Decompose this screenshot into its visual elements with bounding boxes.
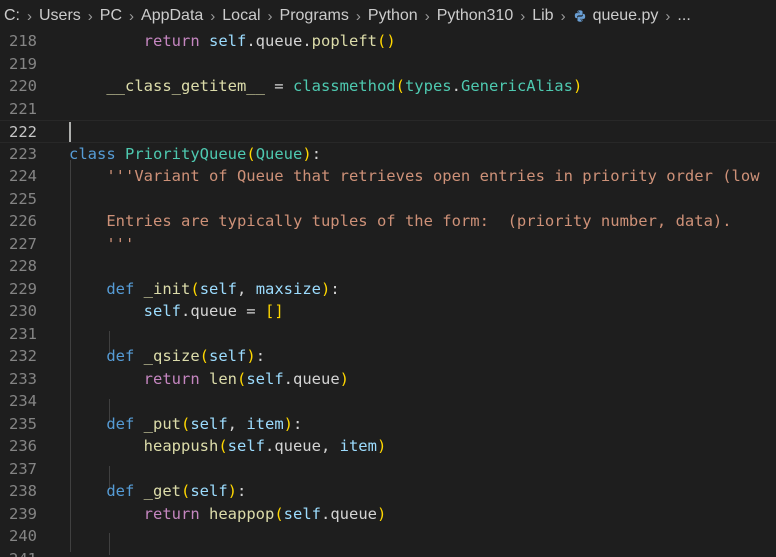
line-number: 225: [9, 189, 37, 208]
breadcrumb-python310[interactable]: Python310: [437, 7, 514, 25]
line-number: 232: [9, 347, 37, 365]
code-line[interactable]: 230 self.queue = []: [0, 300, 776, 323]
breadcrumb-symbol[interactable]: ...: [677, 7, 690, 25]
line-number: 241: [0, 548, 37, 557]
line-number: 239: [9, 504, 37, 523]
breadcrumb-programs[interactable]: Programs: [280, 7, 349, 25]
code-text: return heappop(self.queue): [143, 504, 387, 523]
code-text: ''': [106, 234, 135, 253]
line-number: 236: [9, 437, 37, 455]
code-text: __class_getitem__ = classmethod(types.Ge…: [106, 77, 583, 95]
chevron-right-icon: ›: [520, 7, 526, 25]
code-line[interactable]: 238 def _get(self):: [0, 480, 776, 503]
code-line[interactable]: 237: [0, 458, 776, 481]
code-line[interactable]: 228: [0, 255, 776, 278]
chevron-right-icon: ›: [267, 7, 273, 25]
code-line[interactable]: 223 class PriorityQueue(Queue):: [0, 143, 776, 166]
code-text: class PriorityQueue(Queue):: [69, 144, 322, 163]
code-line[interactable]: 233 return len(self.queue): [0, 368, 776, 391]
line-number: 233: [9, 369, 37, 388]
code-text: return len(self.queue): [143, 369, 350, 388]
code-line[interactable]: 239 return heappop(self.queue): [0, 503, 776, 526]
code-line[interactable]: 220 __class_getitem__ = classmethod(type…: [0, 75, 776, 98]
breadcrumb-python[interactable]: Python: [368, 7, 418, 25]
chevron-right-icon: ›: [424, 7, 430, 25]
line-number: 226: [9, 212, 37, 230]
line-number: 238: [9, 482, 37, 500]
line-number: 220: [9, 77, 37, 95]
code-line[interactable]: 236 heappush(self.queue, item): [0, 435, 776, 458]
breadcrumb-lib[interactable]: Lib: [532, 7, 553, 25]
chevron-right-icon: ›: [129, 7, 135, 25]
chevron-right-icon: ›: [355, 7, 361, 25]
breadcrumb-drive[interactable]: C:: [4, 7, 20, 25]
chevron-right-icon: ›: [87, 7, 93, 25]
code-text: heappush(self.queue, item): [143, 437, 387, 455]
code-line[interactable]: 221: [0, 98, 776, 121]
line-number: 222: [9, 123, 37, 141]
code-editor[interactable]: 218 return self.queue.popleft() 219 220 __…: [0, 30, 776, 557]
code-line[interactable]: 225: [0, 188, 776, 211]
line-number: 223: [9, 144, 37, 163]
python-file-icon: [574, 10, 585, 22]
line-number: 227: [9, 234, 37, 253]
code-line[interactable]: 227 ''': [0, 233, 776, 256]
chevron-right-icon: ›: [27, 7, 32, 25]
code-text: def _init(self, maxsize):: [106, 279, 340, 298]
code-line[interactable]: 226 Entries are typically tuples of the …: [0, 210, 776, 233]
breadcrumb-users[interactable]: Users: [39, 7, 81, 25]
code-text: def _qsize(self):: [106, 347, 266, 365]
chevron-right-icon: ›: [560, 7, 566, 25]
code-line[interactable]: 218 return self.queue.popleft(): [0, 30, 776, 53]
code-line[interactable]: 231: [0, 323, 776, 346]
line-number: 228: [9, 257, 37, 275]
code-line[interactable]: 232 def _qsize(self):: [0, 345, 776, 368]
line-number: 234: [9, 392, 37, 410]
code-line[interactable]: 235 def _put(self, item):: [0, 413, 776, 436]
line-number: 231: [9, 324, 37, 343]
chevron-right-icon: ›: [210, 7, 216, 25]
code-line[interactable]: 229 def _init(self, maxsize):: [0, 278, 776, 301]
line-number: 221: [9, 99, 37, 118]
breadcrumb: C: › Users › PC › AppData › Local › Prog…: [0, 0, 776, 32]
chevron-right-icon: ›: [665, 7, 671, 25]
code-line[interactable]: 222: [0, 120, 776, 143]
code-line[interactable]: 219: [0, 53, 776, 76]
breadcrumb-local[interactable]: Local: [222, 7, 260, 25]
line-number: 230: [9, 302, 37, 320]
line-number: 218: [9, 32, 37, 50]
line-number: 219: [9, 54, 37, 73]
code-line[interactable]: 224 '''Variant of Queue that retrieves o…: [0, 165, 776, 188]
text-cursor: [69, 122, 71, 142]
code-line[interactable]: 241: [0, 548, 776, 557]
line-number: 229: [9, 279, 37, 298]
breadcrumb-file[interactable]: queue.py: [593, 7, 659, 25]
line-number: 240: [9, 527, 37, 545]
code-text: '''Variant of Queue that retrieves open …: [106, 167, 760, 185]
code-text: def _put(self, item):: [106, 414, 303, 433]
code-line[interactable]: 240: [0, 525, 776, 548]
line-number: 235: [9, 414, 37, 433]
code-line[interactable]: 234: [0, 390, 776, 413]
line-number: 224: [9, 167, 37, 185]
breadcrumb-appdata[interactable]: AppData: [141, 7, 203, 25]
line-number: 237: [9, 459, 37, 478]
code-text: def _get(self):: [106, 482, 247, 500]
breadcrumb-pc[interactable]: PC: [100, 7, 122, 25]
code-text: return self.queue.popleft(): [143, 32, 396, 50]
code-text: Entries are typically tuples of the form…: [106, 212, 732, 230]
code-text: self.queue = []: [143, 302, 284, 320]
